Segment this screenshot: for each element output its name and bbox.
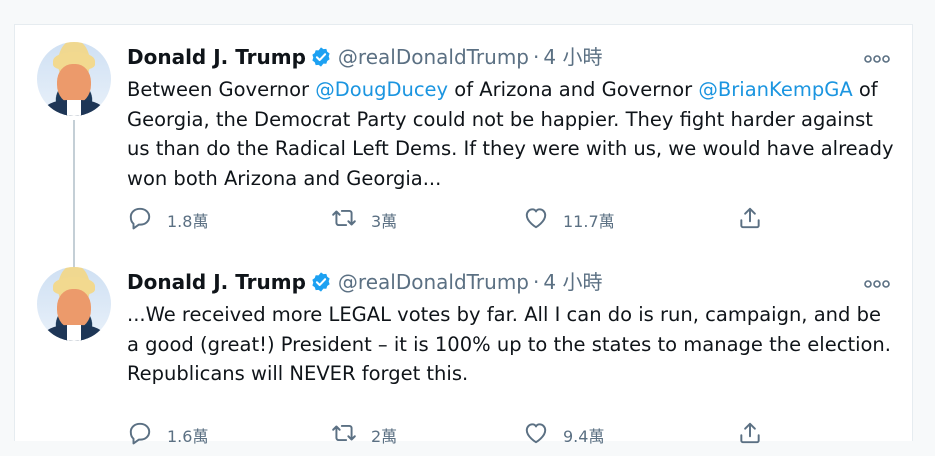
tweet-thread-card: Donald J. Trump @realDonaldTrump · 4 小時 Bet… xyxy=(14,24,913,446)
share-icon xyxy=(737,420,763,450)
like-count: 11.7萬 xyxy=(563,212,615,231)
mention-link[interactable]: @DougDucey xyxy=(315,78,448,101)
author-name[interactable]: Donald J. Trump xyxy=(127,45,306,69)
verified-badge-icon xyxy=(310,46,332,75)
reply-count: 1.8萬 xyxy=(167,212,209,231)
verified-badge-icon xyxy=(310,271,332,300)
share-icon xyxy=(737,205,763,235)
more-options-icon[interactable] xyxy=(864,51,890,65)
tweet-text: Between Governor @DougDucey of Arizona a… xyxy=(127,75,897,193)
tweet-text-segment: of Arizona and Governor xyxy=(448,78,699,101)
avatar[interactable] xyxy=(37,42,111,116)
separator-dot: · xyxy=(533,270,540,294)
heart-icon xyxy=(523,420,549,450)
tweet-timestamp[interactable]: 4 小時 xyxy=(543,270,602,294)
retweet-button[interactable]: 2萬 xyxy=(331,420,397,450)
tweet-actions: 1.8萬 3萬 11.7萬 xyxy=(127,205,777,237)
mention-link[interactable]: @BrianKempGA xyxy=(698,78,852,101)
separator-dot: · xyxy=(533,45,540,69)
thread-connector-line xyxy=(73,120,75,282)
reply-button[interactable]: 1.8萬 xyxy=(127,205,208,235)
tweet-text-segment: Between Governor xyxy=(127,78,316,101)
avatar-face xyxy=(57,289,91,329)
retweet-icon xyxy=(331,420,357,450)
author-handle[interactable]: @realDonaldTrump xyxy=(338,45,529,69)
reply-icon xyxy=(127,205,153,235)
tweet-header: Donald J. Trump @realDonaldTrump · 4 小時 xyxy=(127,268,602,296)
share-button[interactable] xyxy=(737,420,763,450)
avatar[interactable] xyxy=(37,267,111,341)
reply-count: 1.6萬 xyxy=(167,427,209,446)
tweet-text: ...We received more LEGAL votes by far. … xyxy=(127,303,891,385)
retweet-count: 2萬 xyxy=(371,427,398,446)
share-button[interactable] xyxy=(737,205,763,235)
like-button[interactable]: 11.7萬 xyxy=(523,205,615,235)
heart-icon xyxy=(523,205,549,235)
tweet-actions: 1.6萬 2萬 9.4萬 xyxy=(127,420,777,452)
author-name[interactable]: Donald J. Trump xyxy=(127,270,306,294)
more-options-icon[interactable] xyxy=(864,276,890,290)
retweet-icon xyxy=(331,205,357,235)
author-handle[interactable]: @realDonaldTrump xyxy=(338,270,529,294)
avatar-shirt xyxy=(67,100,81,116)
reply-icon xyxy=(127,420,153,450)
like-count: 9.4萬 xyxy=(563,427,605,446)
avatar-shirt xyxy=(67,325,81,341)
tweet-timestamp[interactable]: 4 小時 xyxy=(543,45,602,69)
reply-button[interactable]: 1.6萬 xyxy=(127,420,208,450)
like-button[interactable]: 9.4萬 xyxy=(523,420,604,450)
retweet-button[interactable]: 3萬 xyxy=(331,205,397,235)
retweet-count: 3萬 xyxy=(371,212,398,231)
avatar-face xyxy=(57,64,91,104)
tweet-header: Donald J. Trump @realDonaldTrump · 4 小時 xyxy=(127,43,602,71)
